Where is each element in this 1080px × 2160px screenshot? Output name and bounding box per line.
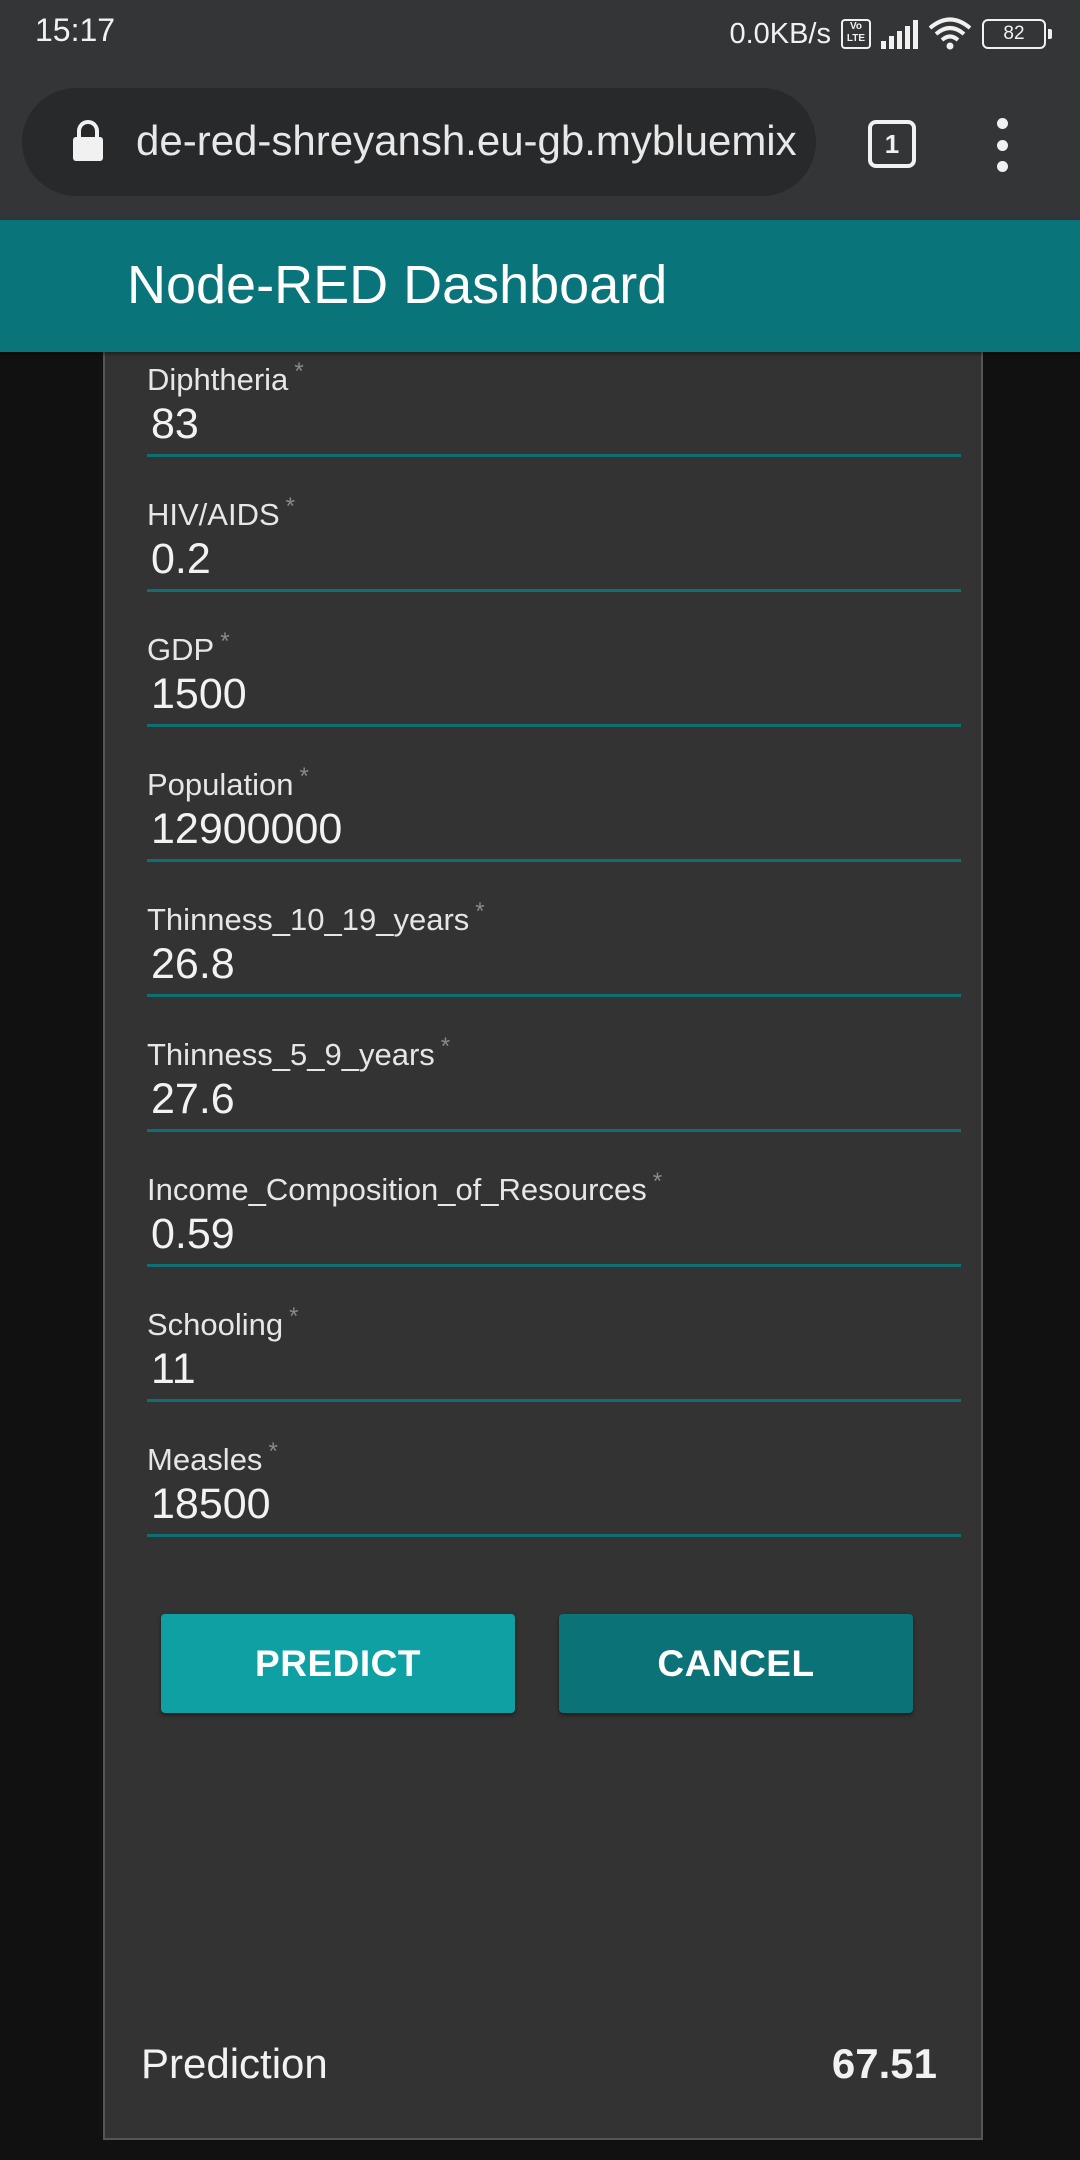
dashboard-header: Node-RED Dashboard	[0, 220, 1080, 352]
form-card: Diphtheria * 83 HIV/AIDS * 0.2 GDP * 1500 P…	[103, 340, 983, 2140]
field-measles[interactable]: Measles * 18500	[147, 1420, 961, 1537]
wifi-icon	[928, 17, 972, 50]
url-text[interactable]: de-red-shreyansh.eu-gb.mybluemix	[136, 112, 812, 170]
field-thinness-5-9[interactable]: Thinness_5_9_years * 27.6	[147, 1015, 961, 1132]
hiv-aids-input[interactable]: 0.2	[151, 535, 951, 584]
field-label: Thinness_10_19_years *	[147, 898, 485, 937]
field-label: Income_Composition_of_Resources *	[147, 1168, 663, 1207]
predict-button[interactable]: PREDICT	[161, 1614, 515, 1713]
field-gdp[interactable]: GDP * 1500	[147, 610, 961, 727]
field-hiv-aids[interactable]: HIV/AIDS * 0.2	[147, 475, 961, 592]
browser-menu-button[interactable]	[992, 118, 1012, 172]
gdp-input[interactable]: 1500	[151, 670, 951, 719]
cell-signal-icon	[881, 19, 918, 49]
field-label: Schooling *	[147, 1303, 299, 1342]
cancel-button[interactable]: CANCEL	[559, 1614, 913, 1713]
url-bar[interactable]: de-red-shreyansh.eu-gb.mybluemix	[22, 88, 816, 196]
field-label: GDP *	[147, 628, 230, 667]
field-income-composition[interactable]: Income_Composition_of_Resources * 0.59	[147, 1150, 961, 1267]
lock-icon	[73, 120, 103, 161]
thinness-5-9-input[interactable]: 27.6	[151, 1075, 951, 1124]
status-time: 15:17	[35, 12, 116, 48]
field-label: Thinness_5_9_years *	[147, 1033, 451, 1072]
volte-bottom-text: LTE	[846, 33, 866, 44]
field-label: Measles *	[147, 1438, 278, 1477]
field-label: HIV/AIDS *	[147, 493, 295, 532]
population-input[interactable]: 12900000	[151, 805, 951, 854]
tab-switcher-button[interactable]: 1	[868, 120, 916, 168]
browser-toolbar: de-red-shreyansh.eu-gb.mybluemix 1	[0, 68, 1080, 220]
field-label: Diphtheria *	[147, 358, 304, 397]
thinness-10-19-input[interactable]: 26.8	[151, 940, 951, 989]
field-label: Population *	[147, 763, 309, 802]
field-diphtheria[interactable]: Diphtheria * 83	[147, 340, 961, 457]
status-bar: 15:17 0.0KB/s Vo LTE 82	[0, 0, 1080, 68]
measles-input[interactable]: 18500	[151, 1480, 951, 1529]
status-icons: 0.0KB/s Vo LTE 82	[729, 10, 1052, 58]
prediction-label: Prediction	[141, 2040, 328, 2087]
page-title: Node-RED Dashboard	[127, 255, 668, 315]
volte-icon: Vo LTE	[841, 19, 871, 49]
volte-top-text: Vo	[849, 21, 863, 32]
network-speed: 0.0KB/s	[729, 17, 831, 50]
schooling-input[interactable]: 11	[151, 1345, 951, 1394]
field-thinness-10-19[interactable]: Thinness_10_19_years * 26.8	[147, 880, 961, 997]
income-composition-input[interactable]: 0.59	[151, 1210, 951, 1259]
diphtheria-input[interactable]: 83	[151, 400, 951, 449]
battery-icon: 82	[982, 19, 1052, 49]
battery-level: 82	[982, 19, 1046, 49]
field-schooling[interactable]: Schooling * 11	[147, 1285, 961, 1402]
prediction-value: 67.51	[831, 2040, 937, 2087]
field-population[interactable]: Population * 12900000	[147, 745, 961, 862]
